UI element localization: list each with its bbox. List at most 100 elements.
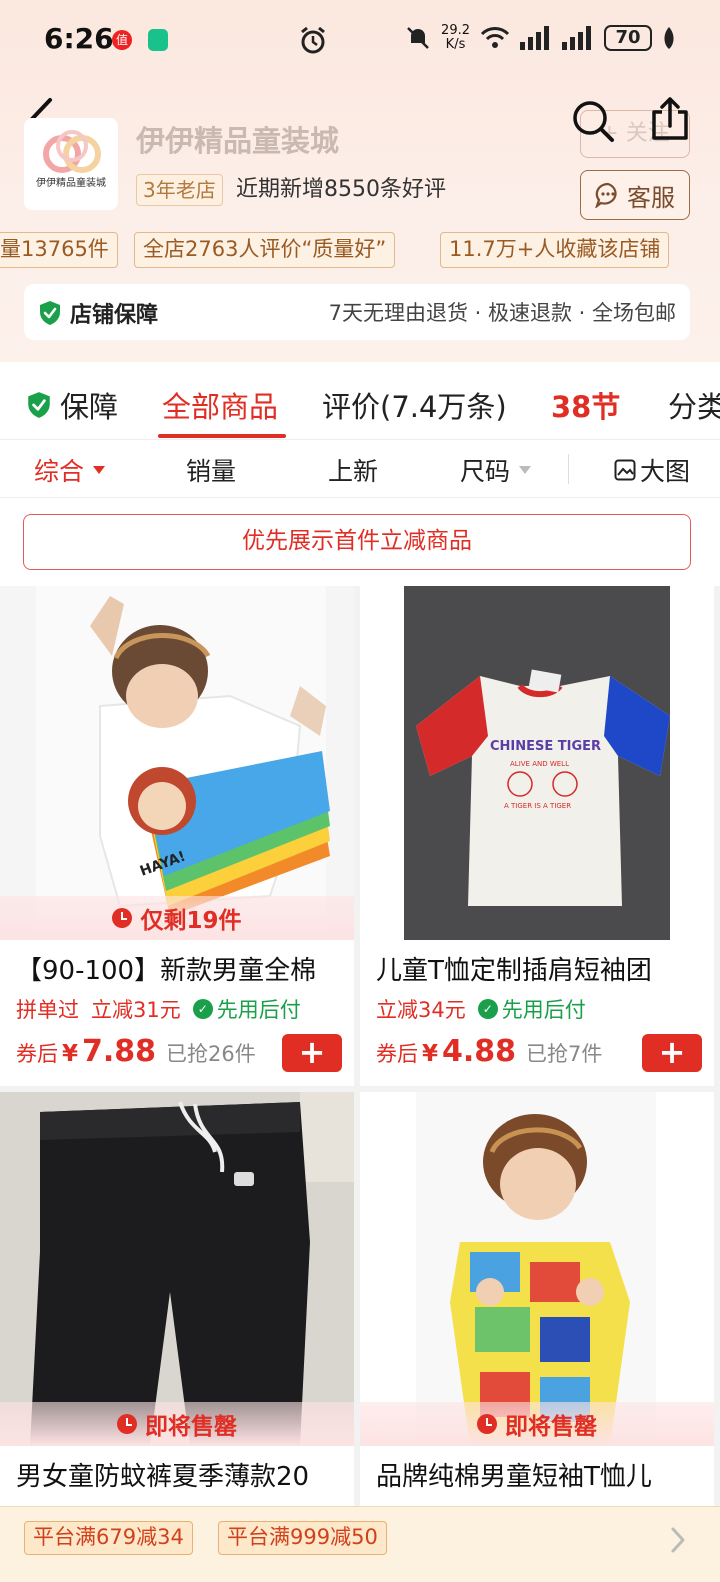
sort-comprehensive-label: 综合 — [34, 457, 85, 486]
add-to-cart-button[interactable]: + — [642, 1034, 702, 1072]
product-promo: 立减34元 ✓ 先用后付 — [376, 994, 586, 1024]
shirt-print-line1: CHINESE TIGER — [490, 739, 601, 754]
stock-status-label: 即将售罄 — [145, 1414, 237, 1440]
tab-guarantee[interactable]: 保障 — [26, 384, 118, 426]
big-image-label: 大图 — [640, 457, 691, 486]
signal-icon — [520, 26, 549, 50]
status-right-group: 29.2 K/s 70 — [405, 24, 676, 52]
clock-icon — [112, 908, 133, 928]
sort-comprehensive[interactable]: 综合 — [34, 452, 106, 488]
search-icon[interactable] — [570, 98, 616, 144]
alarm-icon — [301, 26, 325, 54]
chat-bubble-icon — [595, 182, 617, 208]
product-image[interactable] — [0, 1092, 354, 1446]
active-tab-indicator — [158, 434, 286, 438]
share-icon[interactable] — [650, 96, 690, 142]
speed-value: 29.2 — [441, 23, 470, 38]
product-image[interactable]: CHINESE TIGER ALIVE AND WELL A TIGER IS … — [360, 586, 714, 940]
platform-coupon[interactable]: 平台满999减50 — [218, 1521, 387, 1555]
shield-check-icon — [28, 392, 50, 418]
tag-sales: 销量13765件 — [0, 232, 118, 268]
currency-symbol: ¥ — [422, 1041, 439, 1067]
sort-size-label: 尺码 — [460, 457, 511, 486]
stock-status-band: 即将售罄 — [360, 1402, 714, 1446]
priority-banner-area: 优先展示首件立减商品 — [0, 498, 720, 586]
stock-status-label: 仅剩19件 — [140, 908, 242, 934]
customer-service-label: 客服 — [627, 183, 675, 212]
shop-age-badge: 3年老店 — [136, 174, 223, 206]
tab-reviews[interactable]: 评价(7.4万条) — [322, 384, 507, 426]
status-bar: 6:26 值 29.2 K/s 70 — [0, 0, 720, 82]
product-title[interactable]: 【90-100】新款男童全棉 — [16, 950, 346, 987]
platform-coupon[interactable]: 平台满679减34 — [24, 1521, 193, 1555]
pay-later-icon: ✓ — [192, 999, 213, 1019]
product-title[interactable]: 男女童防蚊裤夏季薄款20 — [16, 1456, 346, 1493]
product-title[interactable]: 品牌纯棉男童短袖T恤儿 — [376, 1456, 706, 1493]
product-image[interactable]: HAYA! — [0, 586, 354, 940]
sort-sales[interactable]: 销量 — [186, 452, 236, 488]
shirt-print-line3: A TIGER IS A TIGER — [504, 802, 571, 810]
shop-name: 伊伊精品童装城 — [136, 124, 340, 158]
pay-later-icon: ✓ — [477, 999, 498, 1019]
mute-bell-icon — [407, 27, 429, 49]
guarantee-title: 店铺保障 — [70, 303, 159, 328]
stock-status-label: 即将售罄 — [505, 1414, 597, 1440]
product-card[interactable]: CHINESE TIGER ALIVE AND WELL A TIGER IS … — [360, 586, 714, 1086]
network-speed: 29.2 K/s — [441, 24, 470, 52]
shop-guarantee-bar[interactable]: 店铺保障 7天无理由退货 · 极速退款 · 全场包邮 — [24, 284, 690, 340]
tab-all-products[interactable]: 全部商品 — [162, 384, 278, 426]
sold-count: 已抢7件 — [526, 1042, 603, 1066]
sort-new[interactable]: 上新 — [328, 452, 378, 488]
tag-quality: 全店2763人评价“质量好” — [134, 232, 396, 268]
image-view-icon — [614, 459, 636, 481]
platform-coupon-bar[interactable]: 平台满679减34 平台满999减50 — [0, 1506, 720, 1582]
promo-group-buy: 拼单过 — [16, 998, 79, 1022]
tab-categories[interactable]: 分类 — [668, 384, 720, 426]
notification-badge-icon: 值 — [112, 30, 132, 50]
clock-icon — [477, 1414, 497, 1434]
customer-service-button[interactable]: 客服 — [580, 170, 690, 220]
sort-size[interactable]: 尺码 — [460, 452, 532, 488]
shop-new-reviews: 近期新增8550条好评 — [236, 177, 446, 202]
sold-count: 已抢26件 — [166, 1042, 256, 1066]
guarantee-description: 7天无理由退货 · 极速退款 · 全场包邮 — [328, 301, 676, 325]
price-label: 券后 — [16, 1042, 58, 1066]
tag-favorites: 11.7万+人收藏该店铺 — [440, 232, 670, 268]
product-promo: 拼单过 立减31元 ✓ 先用后付 — [16, 994, 301, 1024]
promo-discount: 立减31元 — [91, 998, 181, 1022]
shield-check-icon — [40, 301, 60, 325]
app-notification-icon — [148, 29, 168, 51]
sort-divider — [568, 454, 569, 484]
price-value: 4.88 — [442, 1034, 517, 1069]
product-card[interactable]: 即将售罄 男女童防蚊裤夏季薄款20 — [0, 1092, 354, 1506]
add-to-cart-button[interactable]: + — [282, 1034, 342, 1072]
caret-down-icon — [93, 466, 106, 474]
tab-guarantee-label: 保障 — [60, 390, 119, 424]
promo-discount: 立减34元 — [376, 998, 466, 1022]
pay-later-label: 先用后付 — [216, 998, 301, 1022]
shirt-print-line2: ALIVE AND WELL — [510, 760, 569, 768]
pay-later-tag: ✓ 先用后付 — [477, 994, 586, 1024]
product-image[interactable] — [360, 1092, 714, 1446]
battery-indicator: 70 — [604, 25, 652, 51]
chevron-right-icon[interactable] — [668, 1525, 688, 1555]
sort-bar: 综合 销量 上新 尺码 大图 — [0, 440, 720, 498]
shop-tabs: 保障 全部商品 评价(7.4万条) 38节 分类 — [0, 362, 720, 440]
big-image-toggle[interactable]: 大图 — [614, 452, 690, 488]
tab-38-festival[interactable]: 38节 — [551, 384, 620, 426]
product-card[interactable]: HAYA! 仅剩19件 【90-100】新款男童全棉 拼单过 立减31元 ✓ 先用… — [0, 586, 354, 1086]
shop-logo[interactable]: 伊伊精品童装城 — [24, 118, 118, 210]
shop-logo-mark-icon — [43, 130, 101, 173]
price-row: 券后 ¥ 4.88 已抢7件 — [376, 1034, 602, 1069]
product-title[interactable]: 儿童T恤定制插肩短袖团 — [376, 950, 706, 987]
pay-later-tag: ✓ 先用后付 — [192, 994, 301, 1024]
pay-later-label: 先用后付 — [501, 998, 586, 1022]
screen: 6:26 值 29.2 K/s 70 + 关注 伊伊精品童装城 伊伊精品童装城 … — [0, 0, 720, 1582]
priority-display-button[interactable]: 优先展示首件立减商品 — [23, 514, 691, 570]
shop-highlight-tags: 销量13765件 全店2763人评价“质量好” 11.7万+人收藏该店铺 — [0, 232, 720, 270]
price-label: 券后 — [376, 1042, 418, 1066]
wifi-icon — [480, 27, 510, 48]
product-card[interactable]: 即将售罄 品牌纯棉男童短袖T恤儿 — [360, 1092, 714, 1506]
price-value: 7.88 — [82, 1034, 157, 1069]
caret-down-icon — [519, 466, 532, 474]
